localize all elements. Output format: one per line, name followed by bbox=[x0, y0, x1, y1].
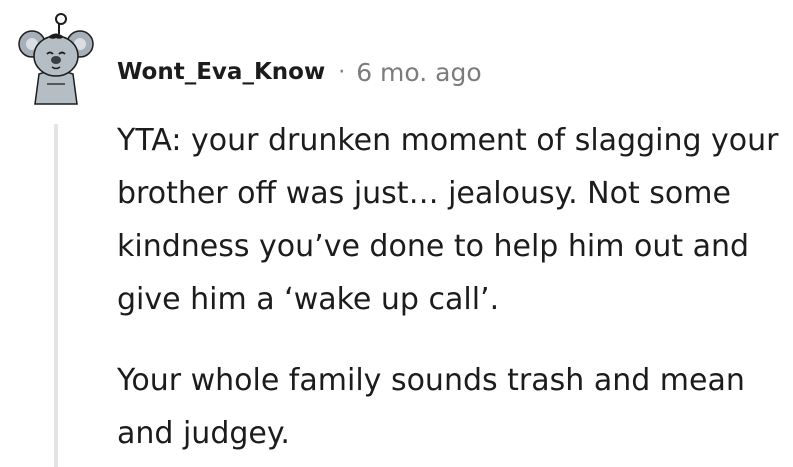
avatar[interactable] bbox=[17, 12, 95, 106]
comment-body: YTA: your drunken moment of slagging you… bbox=[117, 114, 787, 460]
comment-header: Wont_Eva_Know · 6 mo. ago bbox=[117, 52, 482, 92]
author-name[interactable]: Wont_Eva_Know bbox=[117, 59, 325, 85]
comment: Wont_Eva_Know · 6 mo. ago YTA: your drun… bbox=[0, 0, 793, 467]
koala-avatar-icon bbox=[18, 13, 94, 105]
meta-separator: · bbox=[338, 59, 346, 85]
comment-timestamp[interactable]: 6 mo. ago bbox=[356, 58, 481, 87]
thread-collapse-line[interactable] bbox=[54, 124, 58, 467]
comment-paragraph: Your whole family sounds trash and mean … bbox=[117, 363, 745, 451]
comment-paragraph: YTA: your drunken moment of slagging you… bbox=[117, 123, 779, 317]
